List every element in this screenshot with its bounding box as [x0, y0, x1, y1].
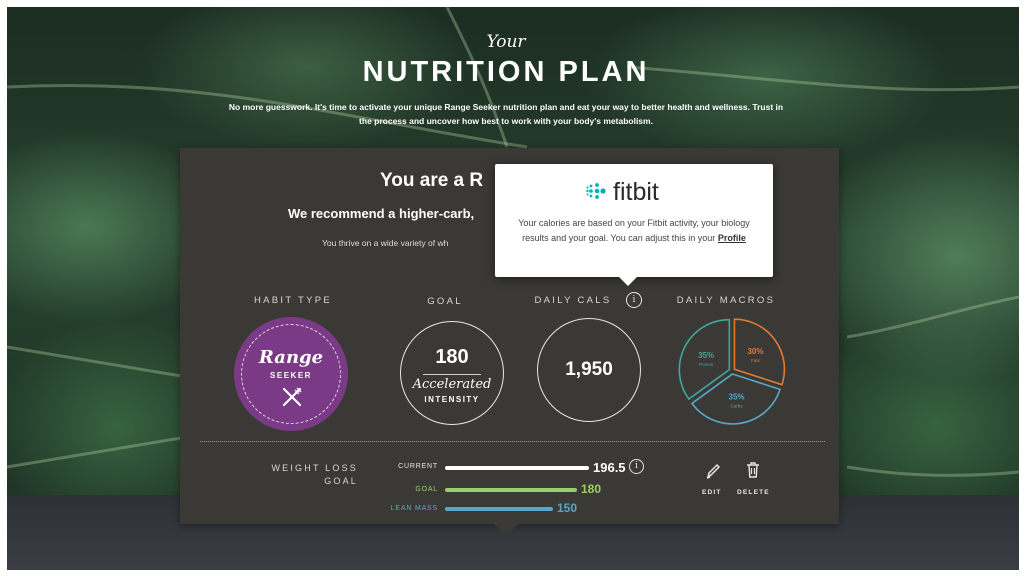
- bar-label-lean-mass: LEAN MASS: [390, 505, 438, 512]
- daily-macros-label: DAILY MACROS: [676, 295, 776, 306]
- info-icon[interactable]: i: [626, 292, 642, 308]
- profile-link[interactable]: Profile: [718, 233, 746, 243]
- goal-label: GOAL: [427, 296, 463, 307]
- macros-pie-chart: 30% Fats 35% Carbs 35% Protein: [678, 318, 786, 425]
- goal-intensity-label: INTENSITY: [424, 395, 480, 404]
- goal-intensity-script: Accelerated: [412, 377, 492, 392]
- pencil-icon[interactable]: [705, 462, 721, 480]
- fork-knife-icon: [282, 387, 302, 407]
- pie-label-percent: 30%: [747, 347, 763, 356]
- weight-loss-label-line2: GOAL: [324, 476, 358, 486]
- fitbit-tooltip: fitbit Your calories are based on your F…: [495, 164, 773, 277]
- section-divider: [200, 441, 825, 442]
- habit-type-label: HABIT TYPE: [253, 295, 333, 306]
- weight-loss-label: WEIGHT LOSS GOAL: [250, 462, 358, 488]
- hero-script: Your: [486, 32, 526, 52]
- pie-label-name: Protein: [699, 362, 714, 367]
- bar-lean-mass: [445, 507, 553, 511]
- hero-subtitle: No more guesswork. It's time to activate…: [228, 102, 784, 126]
- daily-cals-circle: 1,950: [537, 318, 641, 422]
- card-title: You are a R: [380, 170, 484, 191]
- bar-value-goal: 180: [581, 482, 602, 496]
- trash-icon[interactable]: [746, 461, 760, 479]
- pie-label-name: Carbs: [731, 404, 744, 409]
- goal-circle: 180 Accelerated INTENSITY: [400, 321, 504, 425]
- habit-sub: SEEKER: [270, 371, 312, 380]
- daily-cals-value: 1,950: [565, 359, 613, 380]
- bar-value-lean-mass: 150: [557, 501, 578, 515]
- pie-label-percent: 35%: [729, 393, 745, 402]
- fitbit-logo-icon: [586, 183, 606, 199]
- delete-button[interactable]: DELETE: [737, 489, 770, 496]
- pie-label-name: Fats: [751, 358, 761, 363]
- goal-divider: [423, 374, 481, 375]
- goal-value: 180: [435, 346, 469, 368]
- card-recommendation: We recommend a higher-carb,: [288, 206, 475, 221]
- edit-button[interactable]: EDIT: [702, 489, 722, 496]
- tooltip-pointer: [619, 277, 637, 286]
- card-thrive-text: You thrive on a wide variety of wh: [322, 238, 449, 248]
- bar-label-goal: GOAL: [415, 486, 438, 493]
- fitbit-brand: fitbit: [613, 178, 659, 206]
- bar-value-current: 196.5: [593, 460, 626, 475]
- info-icon[interactable]: i: [629, 459, 644, 474]
- habit-script: Range: [258, 347, 324, 368]
- habit-type-badge[interactable]: Range SEEKER: [236, 319, 346, 429]
- pie-label-percent: 35%: [698, 351, 714, 360]
- card-pointer: [494, 524, 518, 536]
- habit-badge-ring: Range SEEKER: [241, 324, 341, 424]
- page-title: NUTRITION PLAN: [362, 56, 650, 88]
- bar-label-current: CURRENT: [398, 463, 438, 470]
- bar-goal: [445, 488, 577, 492]
- tooltip-text: Your calories are based on your Fitbit a…: [511, 216, 757, 246]
- bar-current: [445, 466, 589, 470]
- weight-loss-label-line1: WEIGHT LOSS: [271, 463, 358, 473]
- daily-cals-label: DAILY CALS: [534, 295, 612, 306]
- tooltip-body: Your calories are based on your Fitbit a…: [518, 218, 750, 243]
